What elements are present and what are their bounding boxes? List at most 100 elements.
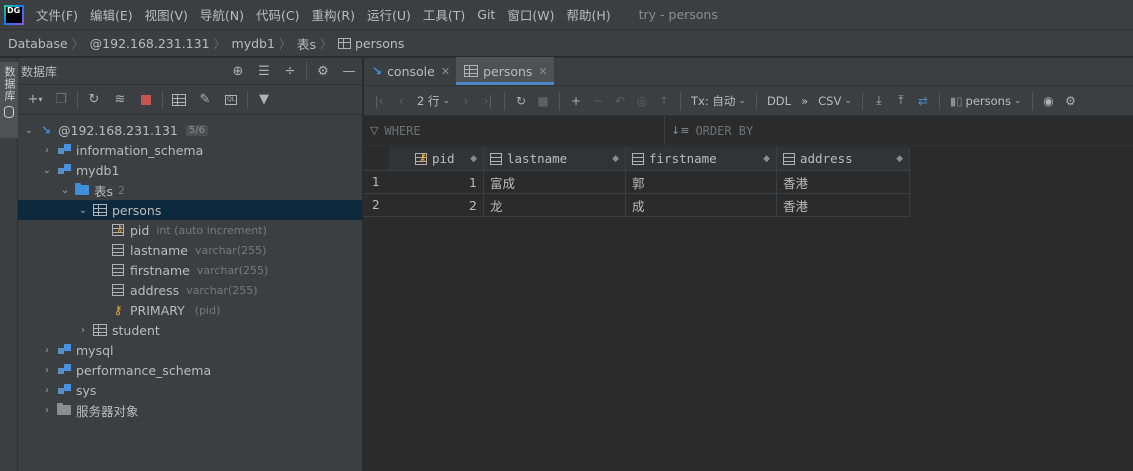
menu-view[interactable]: 视图(V) — [139, 5, 194, 24]
tree-node-sys[interactable]: › sys — [18, 380, 362, 400]
sort-toggle-icon[interactable]: ◆ — [763, 154, 770, 164]
row-number[interactable]: 1 — [364, 171, 389, 193]
menu-help[interactable]: 帮助(H) — [560, 5, 616, 24]
table-icon[interactable] — [166, 87, 192, 113]
rows-count-dropdown[interactable]: 2 行 ⌄ — [412, 93, 455, 109]
cell-firstname[interactable]: 郭 — [626, 171, 777, 193]
breadcrumb-tables[interactable]: 表s — [297, 34, 316, 53]
sort-toggle-icon[interactable]: ◆ — [470, 154, 477, 164]
more-actions-button[interactable]: » — [796, 94, 813, 108]
previous-page-icon[interactable]: ‹ — [390, 89, 412, 113]
copy-icon[interactable]: ❐ — [48, 87, 74, 113]
table-row[interactable]: 1 1 富成 郭 香港 — [364, 171, 910, 194]
cell-lastname[interactable]: 富成 — [484, 171, 626, 193]
column-header-firstname[interactable]: firstname ◆ — [626, 147, 777, 170]
cell-address[interactable]: 香港 — [777, 194, 910, 216]
gear-icon[interactable]: ⚙ — [310, 59, 336, 83]
chevron-right-icon[interactable]: › — [40, 385, 54, 396]
edit-icon[interactable]: ✎ — [192, 87, 218, 113]
menu-file[interactable]: 文件(F) — [30, 5, 84, 24]
chevron-down-icon[interactable]: ⌄ — [40, 165, 54, 176]
eye-icon[interactable]: ◉ — [1038, 89, 1060, 113]
database-tool-window-tab[interactable]: 数据库 — [0, 62, 18, 138]
column-header-lastname[interactable]: lastname ◆ — [484, 147, 626, 170]
compare-icon[interactable]: ⇄ — [912, 89, 934, 113]
breadcrumb-table[interactable]: persons — [338, 36, 404, 51]
tree-node-server-objects[interactable]: › 服务器对象 — [18, 400, 362, 420]
expand-all-icon[interactable]: ÷ — [277, 59, 303, 83]
next-page-icon[interactable]: › — [455, 89, 477, 113]
cell-address[interactable]: 香港 — [777, 171, 910, 193]
tree-node-persons[interactable]: ⌄ persons — [18, 200, 362, 220]
where-filter-input[interactable]: ▽ WHERE — [364, 116, 665, 145]
export-format-dropdown[interactable]: CSV ⌄ — [813, 94, 857, 108]
transaction-mode-dropdown[interactable]: Tx: 自动 ⌄ — [686, 93, 751, 109]
chevron-right-icon[interactable]: › — [40, 345, 54, 356]
tree-node-column-pid[interactable]: ⚷ pid int (auto increment) — [18, 220, 362, 240]
delete-row-icon[interactable]: − — [587, 89, 609, 113]
cell-pid[interactable]: 2 — [389, 194, 484, 216]
column-header-address[interactable]: address ◆ — [777, 147, 910, 170]
refresh-icon[interactable]: ↻ — [81, 87, 107, 113]
cell-lastname[interactable]: 龙 — [484, 194, 626, 216]
cell-pid[interactable]: 1 — [389, 171, 484, 193]
close-icon[interactable]: ✕ — [441, 65, 450, 78]
session-dropdown[interactable]: ▮▯ persons ⌄ — [945, 94, 1027, 108]
submit-icon[interactable]: ↑ — [653, 89, 675, 113]
sort-toggle-icon[interactable]: ◆ — [896, 154, 903, 164]
refresh-icon[interactable]: ↻ — [510, 89, 532, 113]
menu-refactor[interactable]: 重构(R) — [306, 5, 361, 24]
preview-changes-icon[interactable]: ◎ — [631, 89, 653, 113]
tree-node-tables-folder[interactable]: ⌄ 表s 2 — [18, 180, 362, 200]
edit-properties-icon[interactable]: ≋ — [107, 87, 133, 113]
import-icon[interactable]: ⤒ — [890, 89, 912, 113]
close-icon[interactable]: ✕ — [538, 65, 547, 78]
stop-icon[interactable]: ■ — [532, 89, 554, 113]
tab-console[interactable]: ↘ console ✕ — [364, 57, 456, 85]
menu-edit[interactable]: 编辑(E) — [84, 5, 139, 24]
crosshair-icon[interactable]: ⊕ — [225, 59, 251, 83]
chevron-down-icon[interactable]: ⌄ — [22, 125, 36, 136]
menu-window[interactable]: 窗口(W) — [501, 5, 560, 24]
minimize-icon[interactable]: — — [336, 59, 362, 83]
chevron-right-icon[interactable]: › — [76, 325, 90, 336]
tree-node-student[interactable]: › student — [18, 320, 362, 340]
menu-git[interactable]: Git — [471, 7, 501, 22]
tree-node-primary-key[interactable]: ⚷ PRIMARY (pid) — [18, 300, 362, 320]
breadcrumb-database[interactable]: Database — [8, 36, 68, 51]
tree-node-column-firstname[interactable]: firstname varchar(255) — [18, 260, 362, 280]
gear-icon[interactable]: ⚙ — [1060, 89, 1082, 113]
chevron-right-icon[interactable]: › — [40, 405, 54, 416]
menu-tools[interactable]: 工具(T) — [417, 5, 471, 24]
tree-node-mydb1[interactable]: ⌄ mydb1 — [18, 160, 362, 180]
chevron-down-icon[interactable]: ⌄ — [76, 205, 90, 216]
row-number[interactable]: 2 — [364, 194, 389, 216]
first-page-icon[interactable]: |‹ — [368, 89, 390, 113]
table-row[interactable]: 2 2 龙 成 香港 — [364, 194, 910, 217]
tree-node-column-address[interactable]: address varchar(255) — [18, 280, 362, 300]
menu-code[interactable]: 代码(C) — [250, 5, 305, 24]
menu-run[interactable]: 运行(U) — [361, 5, 417, 24]
column-header-pid[interactable]: ⚷ pid ◆ — [389, 147, 484, 170]
cell-firstname[interactable]: 成 — [626, 194, 777, 216]
breadcrumb-schema[interactable]: mydb1 — [232, 36, 275, 51]
tree-node-column-lastname[interactable]: lastname varchar(255) — [18, 240, 362, 260]
add-row-icon[interactable]: + — [565, 89, 587, 113]
tree-node-mysql[interactable]: › mysql — [18, 340, 362, 360]
tab-persons[interactable]: persons ✕ — [456, 57, 554, 85]
tree-node-performance-schema[interactable]: › performance_schema — [18, 360, 362, 380]
order-by-input[interactable]: ↓≡ ORDER BY — [665, 116, 753, 145]
breadcrumb-connection[interactable]: @192.168.231.131 — [90, 36, 210, 51]
ddl-button[interactable]: DDL — [762, 94, 796, 108]
chevron-right-icon[interactable]: › — [40, 145, 54, 156]
query-console-icon[interactable]: QL — [218, 87, 244, 113]
chevron-right-icon[interactable]: › — [40, 365, 54, 376]
last-page-icon[interactable]: ›| — [477, 89, 499, 113]
stop-icon[interactable] — [133, 87, 159, 113]
add-icon[interactable]: + ▾ — [22, 87, 48, 113]
export-icon[interactable]: ⤓ — [868, 89, 890, 113]
revert-icon[interactable]: ↶ — [609, 89, 631, 113]
sort-toggle-icon[interactable]: ◆ — [612, 154, 619, 164]
filter-icon[interactable]: ▼ — [251, 87, 277, 113]
tree-node-information-schema[interactable]: › information_schema — [18, 140, 362, 160]
